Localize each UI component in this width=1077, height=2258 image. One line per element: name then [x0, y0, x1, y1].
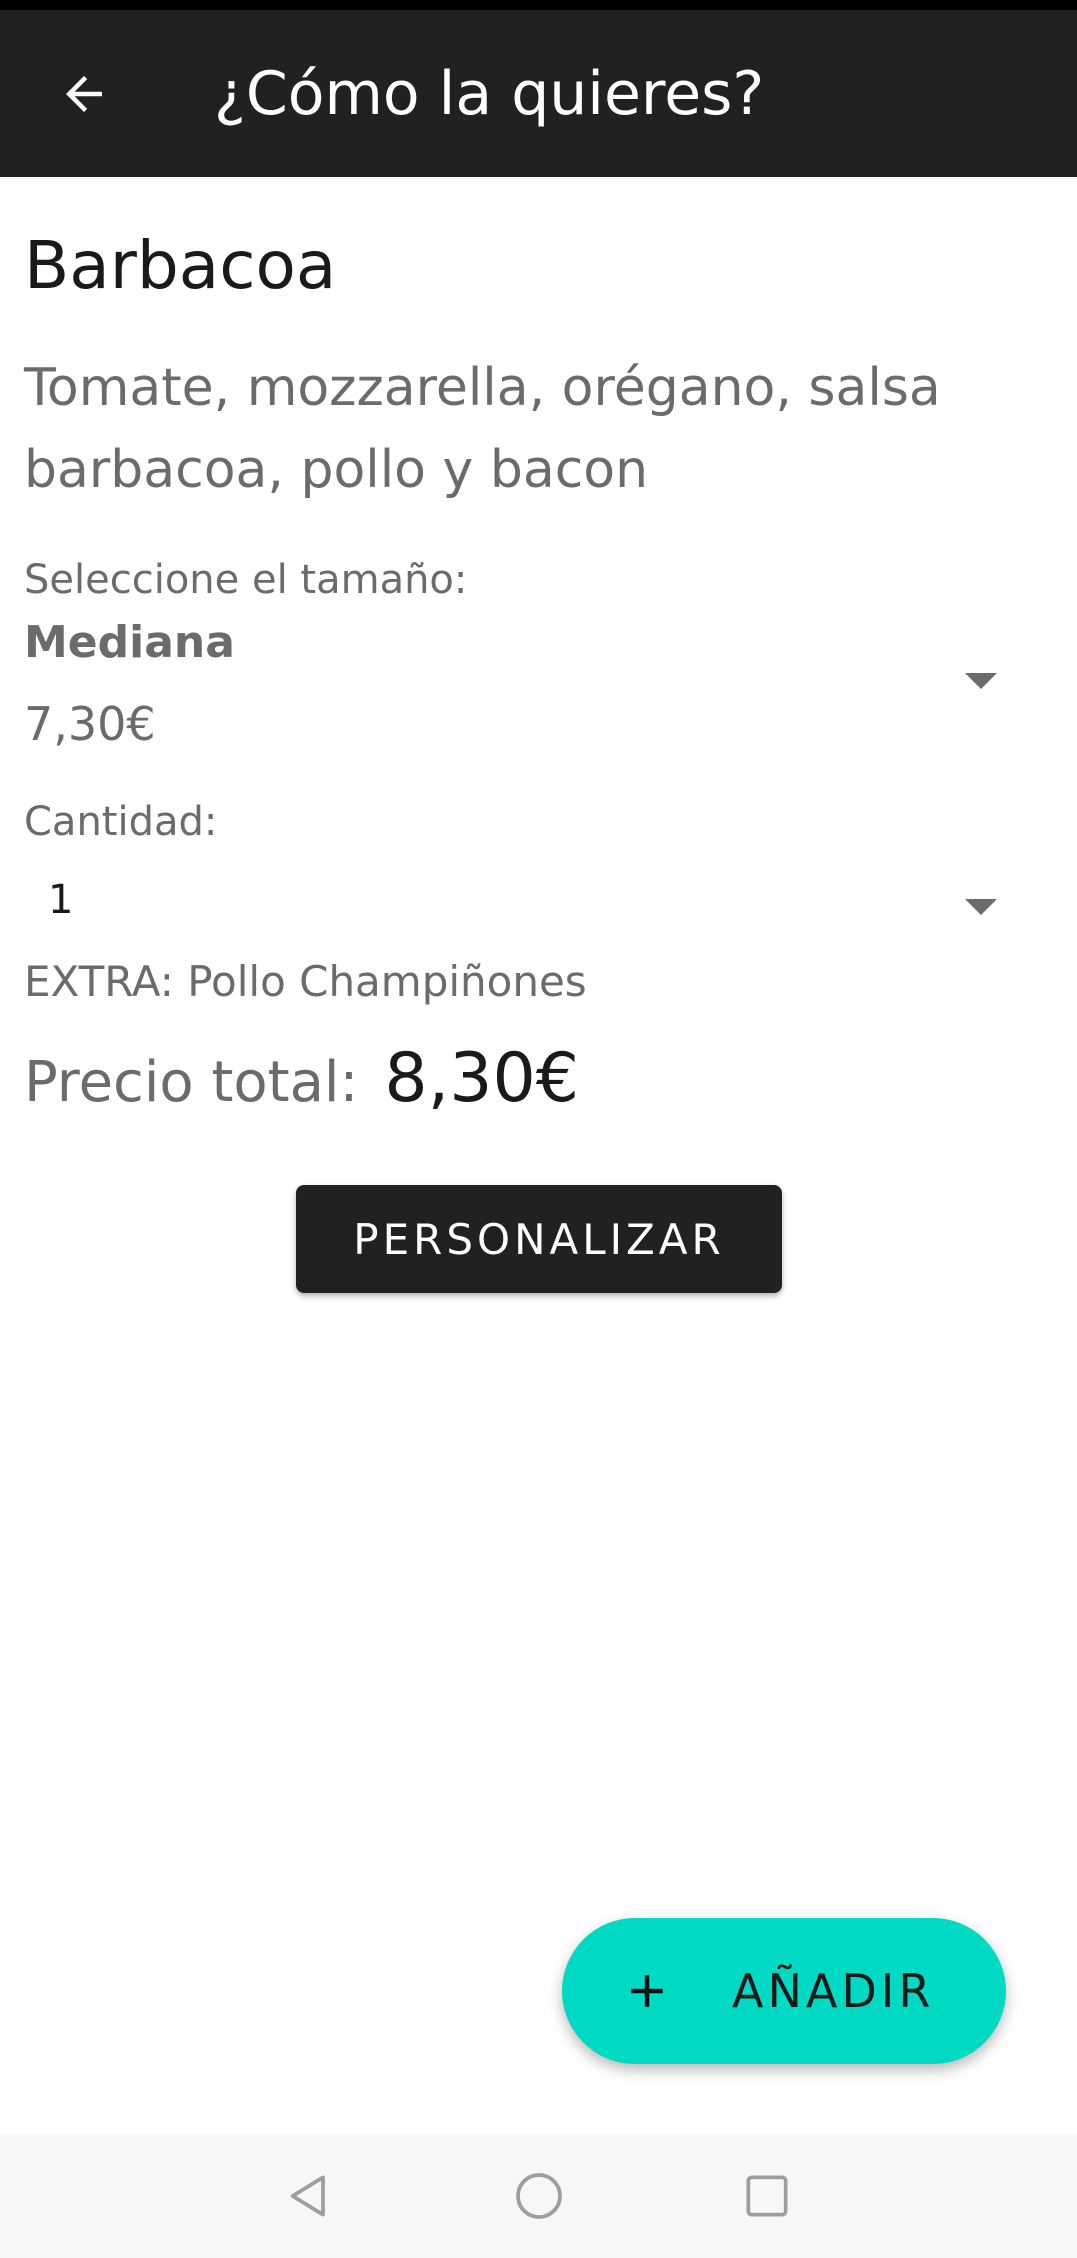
extras-text: EXTRA: Pollo Champiñones: [24, 957, 587, 1006]
status-bar: [0, 0, 1077, 10]
add-button-label: AÑADIR: [732, 1964, 935, 2018]
plus-icon: [631, 1975, 663, 2007]
app-bar: ¿Cómo la quieres?: [0, 10, 1077, 177]
dropdown-arrow-icon: [965, 899, 997, 915]
nav-home-button[interactable]: [504, 2161, 574, 2231]
total-price-label: Precio total:: [24, 1050, 359, 1115]
add-to-cart-button[interactable]: AÑADIR: [562, 1918, 1006, 2064]
size-label: Seleccione el tamaño:: [24, 557, 468, 603]
product-description: Tomate, mozzarella, orégano, salsa barba…: [24, 358, 941, 500]
total-price-row: Precio total: 8,30€: [24, 1039, 579, 1118]
quantity-label: Cantidad:: [24, 799, 218, 845]
triangle-back-icon: [290, 2175, 325, 2217]
square-recents-icon: [746, 2175, 788, 2217]
back-button[interactable]: [44, 54, 124, 134]
size-dropdown[interactable]: Mediana 7,30€: [0, 617, 1077, 767]
dropdown-arrow-icon: [965, 673, 997, 689]
system-nav-bar: [0, 2134, 1077, 2258]
product-name: Barbacoa: [24, 227, 337, 304]
circle-home-icon: [516, 2173, 562, 2219]
page-title: ¿Cómo la quieres?: [214, 58, 765, 129]
total-price-value: 8,30€: [384, 1039, 580, 1118]
nav-back-button[interactable]: [274, 2161, 344, 2231]
size-selected-price: 7,30€: [24, 697, 156, 751]
quantity-value: 1: [48, 877, 74, 923]
quantity-dropdown[interactable]: 1: [0, 867, 1077, 947]
size-selected-name: Mediana: [24, 617, 235, 668]
arrow-back-icon: [66, 75, 102, 112]
customize-button[interactable]: PERSONALIZAR: [296, 1185, 782, 1293]
nav-recents-button[interactable]: [732, 2161, 802, 2231]
